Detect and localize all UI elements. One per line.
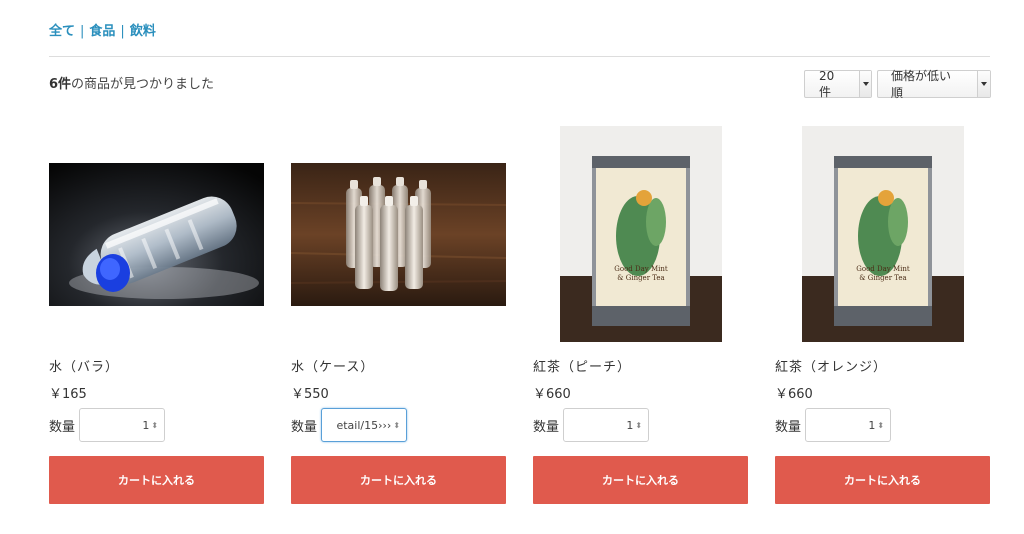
breadcrumb-separator: | [80,24,85,39]
svg-text:Good Day Mint: Good Day Mint [614,265,668,273]
product-price: ￥660 [533,387,571,402]
product-card: Good Day Mint & Ginger Tea 紅茶（ピーチ） ￥660 … [533,125,748,504]
quantity-stepper[interactable]: 1 ⬍ [79,408,166,442]
per-page-value: 20件 [819,68,835,99]
breadcrumb: 全て | 食品 | 飲料 [49,20,156,39]
product-name[interactable]: 紅茶（ピーチ） [533,356,631,375]
svg-text:& Ginger Tea: & Ginger Tea [617,274,664,282]
quantity-label: 数量 [49,419,76,435]
add-to-cart-button[interactable]: カートに入れる [291,456,506,504]
quantity-row: 数量 1 ⬍ [533,408,650,442]
stepper-arrows-icon[interactable]: ⬍ [393,421,400,430]
svg-text:Good Day Mint: Good Day Mint [856,265,910,273]
result-count-text: の商品が見つかりました [71,77,215,92]
quantity-stepper[interactable]: 1 ⬍ [563,408,650,442]
product-image-tea-tin[interactable]: Good Day Mint & Ginger Tea [775,125,990,343]
quantity-label: 数量 [775,419,802,435]
list-controls: 20件 価格が低い順 [804,68,991,100]
quantity-row: 数量 1 ⬍ [49,408,166,442]
quantity-stepper[interactable]: etail/15››› ⬍ [321,408,408,442]
product-card: Good Day Mint & Ginger Tea 紅茶（オレンジ） ￥660… [775,125,990,504]
stepper-arrows-icon[interactable]: ⬍ [151,421,158,430]
product-price: ￥165 [49,387,87,402]
svg-text:& Ginger Tea: & Ginger Tea [859,274,906,282]
product-name[interactable]: 水（ケース） [291,356,374,375]
quantity-label: 数量 [291,419,318,435]
quantity-stepper[interactable]: 1 ⬍ [805,408,892,442]
product-name[interactable]: 水（バラ） [49,356,119,375]
stepper-arrows-icon[interactable]: ⬍ [635,421,642,430]
sort-value: 価格が低い順 [891,69,952,100]
quantity-value: 1 [142,418,150,432]
add-to-cart-button[interactable]: カートに入れる [775,456,990,504]
quantity-value: 1 [868,418,876,432]
result-count-number: 6件 [49,77,72,92]
add-to-cart-button[interactable]: カートに入れる [533,456,748,504]
product-image-water-bottle[interactable] [49,125,264,343]
product-card: 水（ケース） ￥550 数量 etail/15››› ⬍ カートに入れる [291,125,506,504]
add-to-cart-button[interactable]: カートに入れる [49,456,264,504]
chevron-down-icon[interactable] [859,71,871,97]
product-price: ￥660 [775,387,813,402]
sort-select[interactable]: 価格が低い順 [877,69,991,100]
product-card: 水（バラ） ￥165 数量 1 ⬍ カートに入れる [49,125,264,504]
quantity-row: 数量 1 ⬍ [775,408,892,442]
quantity-label: 数量 [533,419,560,435]
product-image-tea-tin[interactable]: Good Day Mint & Ginger Tea [533,125,748,343]
chevron-down-icon[interactable] [977,71,990,97]
breadcrumb-separator: | [120,24,125,39]
quantity-row: 数量 etail/15››› ⬍ [291,408,408,442]
divider [49,56,990,57]
stepper-arrows-icon[interactable]: ⬍ [877,421,884,430]
product-name[interactable]: 紅茶（オレンジ） [775,356,887,375]
per-page-select[interactable]: 20件 [804,68,872,99]
quantity-value: etail/15››› [336,418,392,432]
product-image-water-case[interactable] [291,125,506,343]
result-count: 6件の商品が見つかりました [49,73,214,92]
breadcrumb-drinks[interactable]: 飲料 [130,24,156,39]
product-price: ￥550 [291,387,329,402]
breadcrumb-food[interactable]: 食品 [89,24,115,39]
breadcrumb-all[interactable]: 全て [49,24,75,39]
quantity-value: 1 [626,418,634,432]
